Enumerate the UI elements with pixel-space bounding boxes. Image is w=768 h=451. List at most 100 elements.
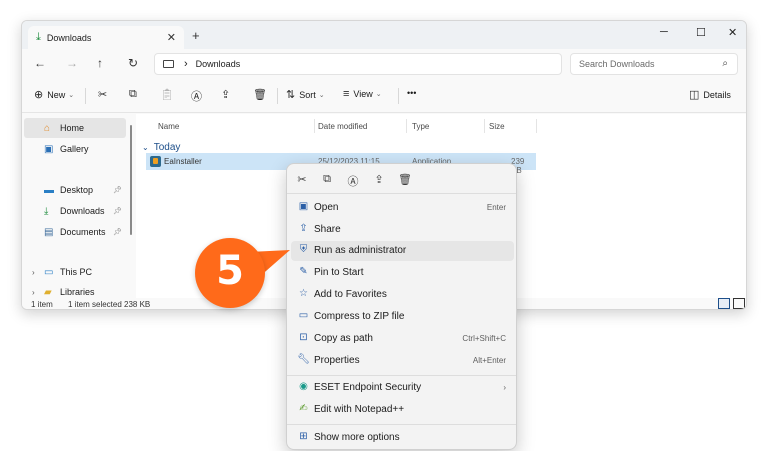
- close-tab-icon[interactable]: ✕: [167, 31, 176, 44]
- menu-item-shortcut: Ctrl+Shift+C: [462, 334, 506, 343]
- group-header-today[interactable]: ⌄ Today: [142, 142, 180, 153]
- column-header-date[interactable]: Date modified: [318, 122, 367, 131]
- sidebar-item-label: Documents: [60, 227, 106, 237]
- breadcrumb-downloads[interactable]: Downloads: [196, 59, 241, 69]
- menu-item-label: Add to Favorites: [314, 289, 387, 300]
- menu-item-shortcut: Alt+Enter: [472, 356, 506, 365]
- sort-label: Sort: [299, 89, 316, 100]
- sidebar-item-label: Downloads: [60, 206, 105, 216]
- tiles-view-toggle[interactable]: [733, 298, 745, 309]
- copy-icon[interactable]: ⧉: [320, 173, 334, 186]
- tab-downloads[interactable]: ⤓ Downloads ✕: [28, 26, 184, 49]
- menu-item-notepad-plus-plus[interactable]: ✍ Edit with Notepad++: [291, 400, 514, 420]
- share-icon: ⇪: [221, 89, 231, 101]
- cut-button[interactable]: ✂: [98, 88, 107, 101]
- folder-icon: ▰: [44, 286, 52, 298]
- menu-item-eset[interactable]: ◉ ESET Endpoint Security ›: [291, 378, 514, 398]
- eset-icon: ◉: [299, 381, 308, 392]
- delete-button[interactable]: 🗑︎: [253, 88, 267, 101]
- sidebar-item-desktop[interactable]: ▬ Desktop 📌︎: [24, 180, 126, 200]
- pin-icon: 📌︎: [113, 208, 122, 215]
- share-icon: ⇪: [299, 223, 308, 234]
- sidebar-item-documents[interactable]: ▤ Documents 📌︎: [24, 222, 126, 242]
- search-input[interactable]: Search Downloads ⌕: [570, 53, 738, 75]
- share-icon[interactable]: ⇪: [372, 173, 386, 186]
- sidebar-scrollbar[interactable]: [130, 125, 132, 235]
- more-options-icon: ⊞: [299, 431, 308, 442]
- sidebar-item-gallery[interactable]: ▣ Gallery: [24, 139, 126, 159]
- navigation-pane: ⌂ Home ▣ Gallery ▬ Desktop 📌︎ ⤓ Download…: [22, 114, 132, 299]
- quick-actions-bar: ✂ ⧉ Ⓐ ⇪ 🗑︎: [287, 164, 516, 194]
- sidebar-item-label: Desktop: [60, 185, 94, 195]
- column-header-name[interactable]: Name: [158, 122, 179, 131]
- minimize-button[interactable]: ─: [660, 26, 668, 38]
- chevron-right-icon: ›: [503, 383, 506, 392]
- up-button[interactable]: ↑: [97, 56, 103, 70]
- menu-item-pin-to-start[interactable]: ✎ Pin to Start: [291, 263, 514, 283]
- menu-item-copy-as-path[interactable]: ⊡ Copy as path Ctrl+Shift+C: [291, 329, 514, 349]
- rename-button[interactable]: Ⓐ: [191, 88, 202, 104]
- rename-icon[interactable]: Ⓐ: [346, 173, 360, 189]
- new-tab-button[interactable]: +: [192, 28, 200, 43]
- menu-item-open[interactable]: ▣ Open Enter: [291, 198, 514, 218]
- column-divider[interactable]: [406, 119, 407, 133]
- new-button[interactable]: ⊕ New ⌄: [34, 88, 74, 101]
- cut-icon[interactable]: ✂: [295, 173, 309, 186]
- column-header-size[interactable]: Size: [489, 122, 505, 131]
- close-button[interactable]: ✕: [728, 26, 737, 39]
- menu-item-compress-zip[interactable]: ▭ Compress to ZIP file: [291, 307, 514, 327]
- chevron-right-icon[interactable]: ›: [32, 288, 35, 297]
- paste-icon: 📋︎: [160, 89, 174, 101]
- title-bar: ⤓ Downloads ✕ + ─ ☐ ✕: [22, 21, 746, 49]
- column-header-type[interactable]: Type: [412, 122, 429, 131]
- menu-item-properties[interactable]: 🔧︎ Properties Alt+Enter: [291, 351, 514, 371]
- menu-item-label: Compress to ZIP file: [314, 311, 405, 322]
- new-label: New: [47, 89, 66, 100]
- sort-button[interactable]: ⇅ Sort ⌄: [286, 88, 325, 101]
- command-bar: ⊕ New ⌄ ✂ ⧉ 📋︎ Ⓐ ⇪ 🗑︎ ⇅ Sort ⌄ ≡ View ⌄ …: [22, 79, 746, 113]
- sidebar-item-label: This PC: [60, 267, 93, 277]
- column-divider[interactable]: [536, 119, 537, 133]
- address-field[interactable]: › Downloads: [154, 53, 562, 75]
- menu-divider: [287, 375, 516, 376]
- cut-icon: ✂: [98, 89, 108, 101]
- menu-item-label: Open: [314, 202, 339, 213]
- maximize-button[interactable]: ☐: [696, 26, 706, 39]
- menu-item-run-as-administrator[interactable]: ⛨ Run as administrator: [291, 241, 514, 261]
- chevron-down-icon: ⌄: [375, 91, 382, 98]
- share-button[interactable]: ⇪: [221, 88, 230, 101]
- details-view-toggle[interactable]: [718, 298, 730, 309]
- back-button[interactable]: ←: [34, 56, 46, 70]
- menu-item-label: Share: [314, 224, 341, 235]
- details-button[interactable]: ◫ Details: [689, 88, 731, 101]
- menu-item-label: Properties: [314, 355, 360, 366]
- menu-item-add-to-favorites[interactable]: ☆ Add to Favorites: [291, 285, 514, 305]
- refresh-button[interactable]: ↻: [128, 56, 138, 70]
- chevron-right-icon[interactable]: ›: [32, 268, 35, 277]
- desktop-icon: ▬: [44, 184, 54, 196]
- sidebar-item-label: Libraries: [60, 287, 95, 297]
- column-divider[interactable]: [484, 119, 485, 133]
- tab-title: Downloads: [46, 32, 92, 43]
- chevron-down-icon: ⌄: [142, 143, 149, 152]
- menu-item-label: ESET Endpoint Security: [314, 382, 422, 393]
- paste-button[interactable]: 📋︎: [160, 88, 174, 101]
- menu-item-share[interactable]: ⇪ Share: [291, 220, 514, 240]
- forward-button[interactable]: →: [66, 56, 78, 70]
- chevron-down-icon: ⌄: [318, 91, 325, 99]
- sidebar-item-home[interactable]: ⌂ Home: [24, 118, 126, 138]
- divider: [277, 88, 278, 104]
- delete-icon[interactable]: 🗑︎: [398, 173, 412, 186]
- sidebar-item-downloads[interactable]: ⤓ Downloads 📌︎: [24, 201, 126, 221]
- more-button[interactable]: •••: [407, 88, 416, 98]
- sidebar-item-this-pc[interactable]: › ▭ This PC: [24, 262, 126, 282]
- divider: [398, 88, 399, 104]
- pin-icon: 📌︎: [113, 229, 122, 236]
- column-divider[interactable]: [314, 119, 315, 133]
- copy-button[interactable]: ⧉: [129, 88, 137, 101]
- view-button[interactable]: ≡ View ⌄: [343, 88, 382, 100]
- pin-icon: 📌︎: [113, 187, 122, 194]
- menu-item-show-more-options[interactable]: ⊞ Show more options: [291, 428, 514, 448]
- menu-divider: [287, 424, 516, 425]
- download-icon: ⤓: [44, 205, 49, 217]
